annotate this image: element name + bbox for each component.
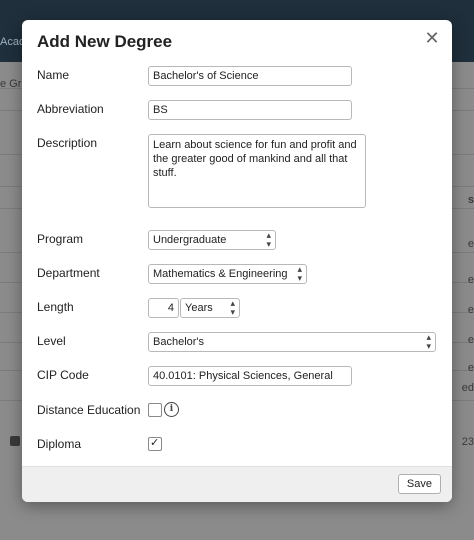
background-column-header: s — [467, 194, 474, 206]
level-label: Level — [37, 334, 66, 348]
close-icon[interactable]: ✕ — [422, 28, 442, 48]
description-label: Description — [37, 136, 98, 150]
cip-code-row: CIP Code 40.0101: Physical Sciences, Gen… — [37, 366, 437, 386]
diploma-label: Diploma — [37, 437, 82, 451]
diploma-row: Diploma ✓ — [37, 435, 437, 455]
length-label: Length — [37, 300, 74, 314]
checkmark-icon: ✓ — [150, 437, 160, 449]
distance-education-label: Distance Education — [37, 403, 141, 417]
department-label: Department — [37, 266, 100, 280]
abbreviation-row: Abbreviation BS — [37, 100, 437, 120]
cip-code-label: CIP Code — [37, 368, 89, 382]
level-select-value: Bachelor's — [153, 336, 205, 348]
background-cell: e — [467, 274, 474, 286]
background-column-text: e Gr — [0, 78, 22, 90]
program-row: Program Undergraduate ▴ ▾ — [37, 230, 437, 250]
description-textarea[interactable]: Learn about science for fun and profit a… — [148, 134, 366, 208]
chevron-updown-icon: ▴ ▾ — [426, 332, 431, 351]
info-icon[interactable]: i — [164, 402, 179, 417]
background-cell: ed — [461, 382, 474, 394]
add-degree-modal: Add New Degree ✕ Name Bachelor's of Scie… — [22, 20, 452, 502]
background-cell: e — [467, 362, 474, 374]
chevron-updown-icon: ▴ ▾ — [266, 230, 271, 249]
program-label: Program — [37, 232, 84, 246]
distance-education-checkbox[interactable] — [148, 403, 162, 417]
chevron-updown-icon: ▴ ▾ — [297, 264, 302, 283]
abbreviation-input[interactable]: BS — [148, 100, 352, 120]
background-cell: e — [467, 238, 474, 250]
background-icon — [10, 436, 20, 446]
cip-code-input[interactable]: 40.0101: Physical Sciences, General — [148, 366, 352, 386]
level-row: Level Bachelor's ▴ ▾ — [37, 332, 437, 352]
background-cell: e — [467, 334, 474, 346]
name-row: Name Bachelor's of Science — [37, 66, 437, 86]
diploma-checkbox[interactable]: ✓ — [148, 437, 162, 451]
background-cell: 23 — [461, 436, 474, 448]
length-row: Length 4 Years ▴ ▾ — [37, 298, 437, 318]
chevron-updown-icon: ▴ ▾ — [230, 298, 235, 317]
length-unit-select[interactable]: Years ▴ ▾ — [180, 298, 240, 318]
level-select[interactable]: Bachelor's ▴ ▾ — [148, 332, 436, 352]
program-select[interactable]: Undergraduate ▴ ▾ — [148, 230, 276, 250]
abbreviation-label: Abbreviation — [37, 102, 104, 116]
name-input[interactable]: Bachelor's of Science — [148, 66, 352, 86]
length-unit-value: Years — [185, 302, 213, 314]
name-label: Name — [37, 68, 70, 82]
length-input[interactable]: 4 — [148, 298, 179, 318]
background-cell: e — [467, 304, 474, 316]
modal-title: Add New Degree — [37, 32, 173, 51]
department-row: Department Mathematics & Engineering ▴ ▾ — [37, 264, 437, 284]
save-button[interactable]: Save — [397, 474, 441, 494]
description-row: Description Learn about science for fun … — [37, 134, 437, 210]
program-select-value: Undergraduate — [153, 234, 227, 246]
modal-footer: Save — [22, 466, 452, 502]
distance-education-row: Distance Education i — [37, 401, 437, 421]
department-select-value: Mathematics & Engineering — [153, 268, 288, 280]
department-select[interactable]: Mathematics & Engineering ▴ ▾ — [148, 264, 307, 284]
